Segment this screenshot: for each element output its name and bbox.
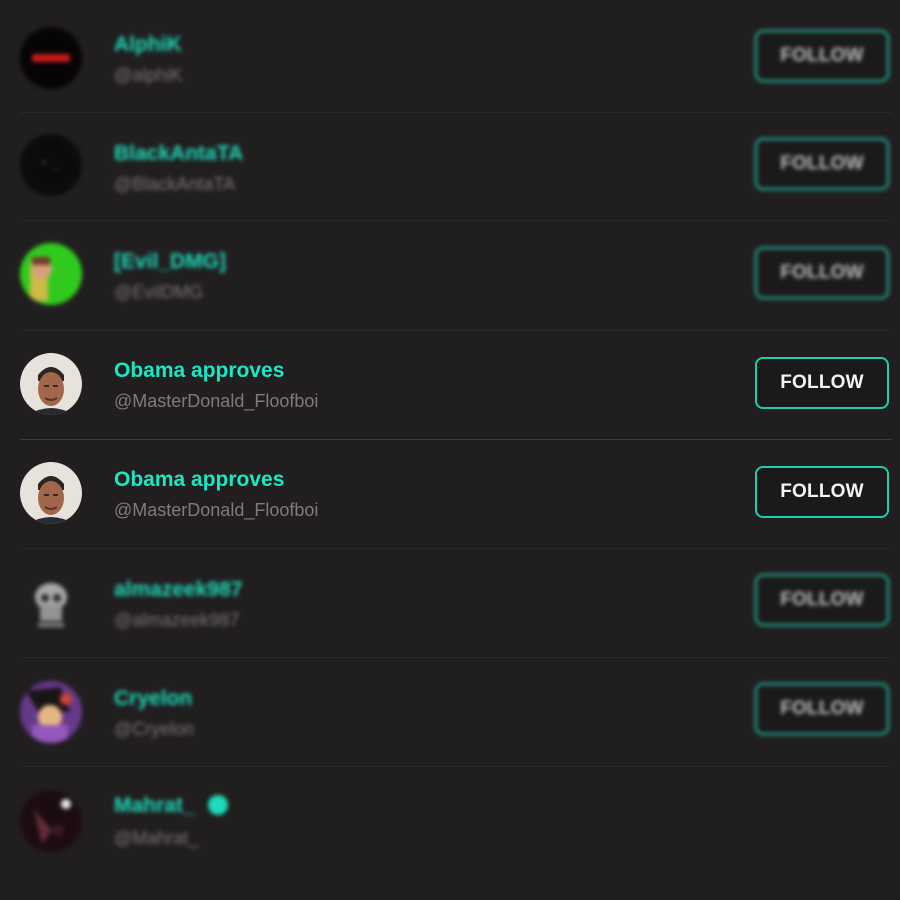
- dark-avatar[interactable]: [20, 134, 82, 196]
- follow-button[interactable]: FOLLOW: [755, 247, 889, 299]
- follow-button[interactable]: FOLLOW: [755, 683, 889, 735]
- follow-button[interactable]: FOLLOW: [755, 30, 889, 82]
- cartoon-avatar-icon: [20, 243, 82, 305]
- user-handle[interactable]: @Mahrat_: [114, 828, 198, 849]
- logo-avatar[interactable]: [20, 27, 82, 89]
- user-row: Mahrat_ @Mahrat_: [0, 766, 900, 874]
- user-display-name[interactable]: Mahrat_: [114, 794, 195, 818]
- user-handle[interactable]: @EvilDMG: [114, 282, 203, 303]
- user-display-name[interactable]: [Evil_DMG]: [114, 250, 226, 274]
- user-display-name[interactable]: BlackAntaTA: [114, 142, 243, 166]
- user-row: Obama approves @MasterDonald_Floofboi FO…: [0, 439, 900, 547]
- skull-icon: [35, 583, 67, 627]
- user-row: [Evil_DMG] @EvilDMG FOLLOW: [0, 220, 900, 328]
- dark-art-avatar-icon: [20, 790, 82, 852]
- follow-button[interactable]: FOLLOW: [755, 357, 889, 409]
- dark-avatar-icon: [20, 134, 82, 196]
- anime-avatar[interactable]: [20, 681, 82, 743]
- cartoon-avatar[interactable]: [20, 243, 82, 305]
- photo-avatar[interactable]: [20, 462, 82, 524]
- anime-avatar-icon: [20, 681, 82, 743]
- user-handle[interactable]: @MasterDonald_Floofboi: [114, 500, 318, 521]
- portrait-icon: [20, 353, 82, 415]
- user-row: Cryelon @Cryelon FOLLOW: [0, 657, 900, 765]
- photo-avatar[interactable]: [20, 353, 82, 415]
- follow-button[interactable]: FOLLOW: [755, 466, 889, 518]
- user-handle[interactable]: @BlackAntaTA: [114, 174, 235, 195]
- user-display-name[interactable]: Obama approves: [114, 468, 284, 492]
- user-display-name[interactable]: Cryelon: [114, 687, 192, 711]
- user-row: AlphiK @alphiK FOLLOW: [0, 3, 900, 111]
- user-handle[interactable]: @MasterDonald_Floofboi: [114, 391, 318, 412]
- follow-button[interactable]: FOLLOW: [755, 138, 889, 190]
- user-display-name[interactable]: Obama approves: [114, 359, 284, 383]
- user-row: BlackAntaTA @BlackAntaTA FOLLOW: [0, 112, 900, 220]
- skull-avatar[interactable]: [20, 571, 82, 633]
- follow-button[interactable]: FOLLOW: [755, 574, 889, 626]
- portrait-icon: [20, 462, 82, 524]
- user-handle[interactable]: @almazeek987: [114, 610, 239, 631]
- user-row: Obama approves @MasterDonald_Floofboi FO…: [0, 330, 900, 438]
- dark-art-avatar[interactable]: [20, 790, 82, 852]
- user-display-name[interactable]: AlphiK: [114, 33, 182, 57]
- user-display-name[interactable]: almazeek987: [114, 578, 242, 602]
- user-handle[interactable]: @alphiK: [114, 65, 182, 86]
- user-handle[interactable]: @Cryelon: [114, 719, 194, 740]
- verified-badge-icon: [208, 795, 228, 815]
- follow-suggestions-list: AlphiK @alphiK FOLLOW BlackAntaTA @Black…: [0, 0, 900, 900]
- user-row: almazeek987 @almazeek987 FOLLOW: [0, 548, 900, 656]
- logo-icon: [20, 27, 82, 89]
